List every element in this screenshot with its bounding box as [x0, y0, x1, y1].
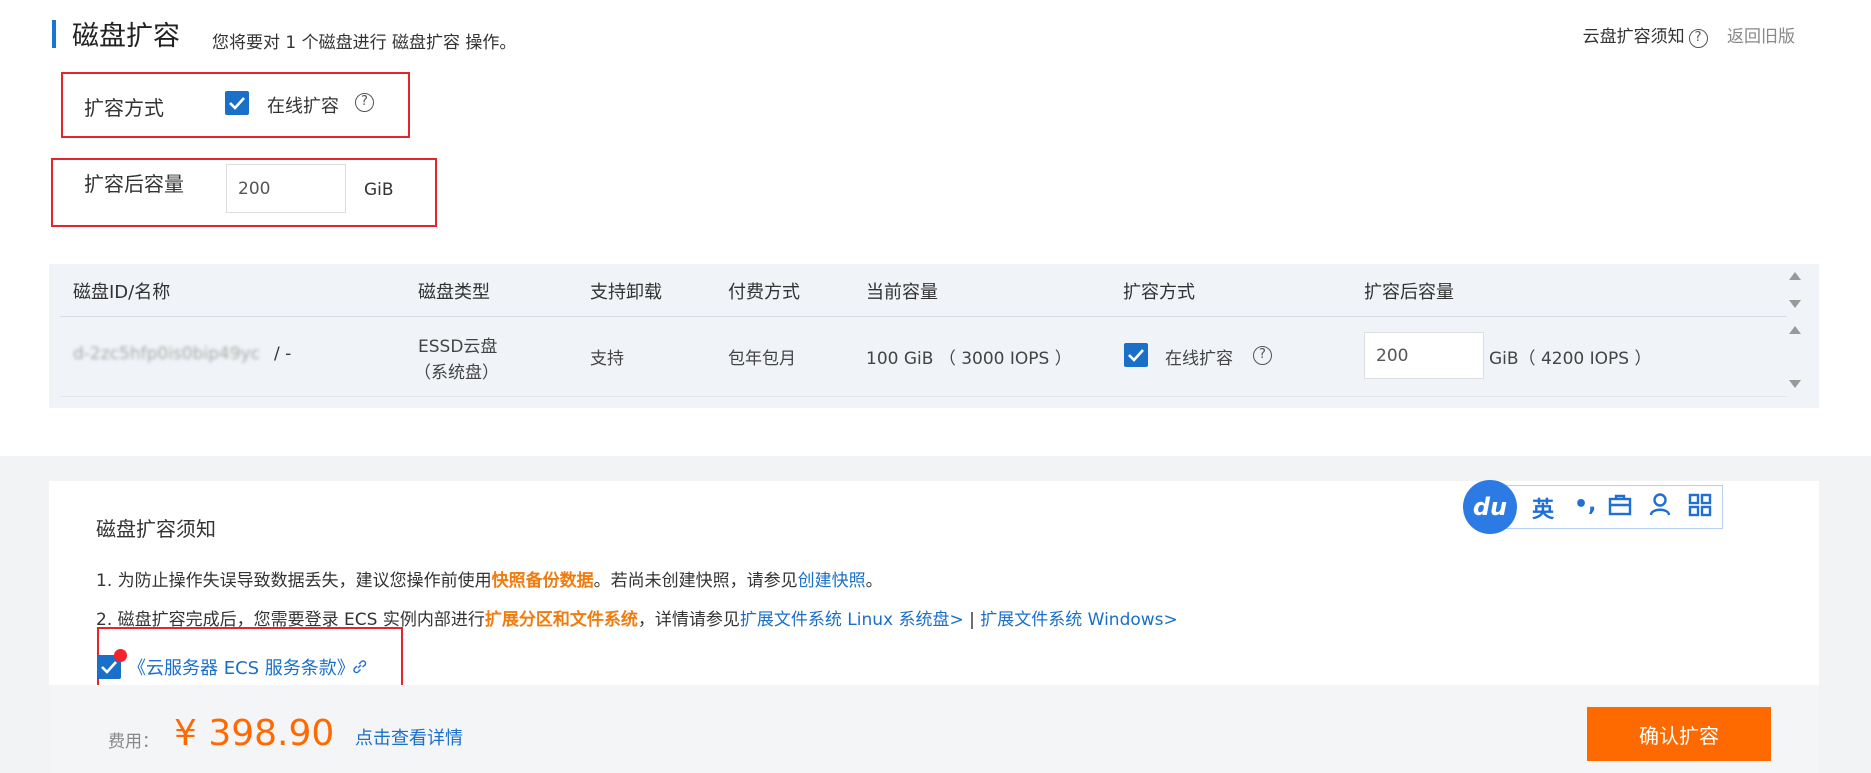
table-header-divider — [60, 316, 1787, 317]
red-dot-badge — [114, 649, 127, 662]
title-accent-bar — [52, 20, 56, 48]
snapshot-backup-text: 快照备份数据 — [491, 571, 594, 591]
notice-title: 磁盘扩容须知 — [96, 517, 216, 541]
capacity-label: 扩容后容量 — [84, 172, 184, 196]
row-online-expand-checkbox[interactable] — [1124, 343, 1148, 367]
view-detail-link[interactable]: 点击查看详情 — [355, 724, 463, 750]
notice-line-1: 1. 为防止操作失误导致数据丢失，建议您操作前使用快照备份数据。若尚未创建快照，… — [96, 566, 883, 591]
capacity-unit: GiB — [364, 180, 394, 200]
separator: | — [963, 610, 981, 630]
page-subtitle: 您将要对 1 个磁盘进行 磁盘扩容 操作。 — [212, 33, 517, 53]
notice-text: 。 — [865, 571, 883, 591]
back-old-version-link[interactable]: 返回旧版 — [1727, 27, 1795, 47]
disk-type-sub-cell: （系统盘） — [414, 363, 499, 383]
col-header-detachable: 支持卸载 — [590, 282, 662, 303]
ime-language-toggle[interactable]: 英 — [1532, 492, 1554, 524]
col-header-current-capacity: 当前容量 — [866, 282, 938, 303]
notice-text: 1. 为防止操作失误导致数据丢失，建议您操作前使用 — [96, 571, 492, 591]
col-header-billing: 付费方式 — [728, 282, 800, 303]
col-header-method: 扩容方式 — [1123, 282, 1195, 303]
main-panel: 磁盘扩容 您将要对 1 个磁盘进行 磁盘扩容 操作。 云盘扩容须知? 返回旧版 … — [0, 0, 1871, 456]
detachable-cell: 支持 — [590, 349, 624, 369]
disk-id-cell[interactable]: d-2zc5hfp0is0bip49yc — [73, 344, 260, 364]
toolbox-icon[interactable] — [1608, 494, 1632, 516]
top-links: 云盘扩容须知? 返回旧版 — [1583, 22, 1795, 48]
scroll-up-icon[interactable] — [1789, 272, 1801, 280]
user-icon[interactable] — [1648, 492, 1672, 516]
col-header-disk-type: 磁盘类型 — [418, 282, 490, 303]
disk-type-cell: ESSD云盘 — [418, 337, 498, 357]
row-capacity-unit: GiB（ 4200 IOPS ） — [1489, 349, 1652, 369]
notice-text: 。若尚未创建快照，请参见 — [593, 571, 798, 591]
row-capacity-input[interactable]: 200 — [1364, 332, 1484, 379]
notice-text: ，详情请参见 — [637, 610, 740, 630]
confirm-expand-button[interactable]: 确认扩容 — [1587, 707, 1771, 761]
capacity-input[interactable]: 200 — [226, 164, 346, 213]
scroll-down-icon[interactable] — [1789, 300, 1801, 308]
online-expand-checkbox[interactable] — [225, 91, 249, 115]
page-title: 磁盘扩容 — [72, 21, 180, 52]
ime-punctuation-toggle[interactable]: •, — [1574, 492, 1596, 517]
price: ¥ 398.90 — [174, 713, 335, 754]
link-icon[interactable] — [351, 658, 368, 675]
scroll-up-icon[interactable] — [1789, 326, 1801, 334]
check-icon — [229, 97, 245, 110]
linux-doc-link[interactable]: 扩展文件系统 Linux 系统盘> — [740, 610, 964, 630]
terms-link[interactable]: 《云服务器 ECS 服务条款》 — [128, 654, 355, 680]
ime-logo-icon[interactable]: du — [1463, 480, 1517, 534]
current-capacity-cell: 100 GiB （ 3000 IOPS ） — [866, 349, 1072, 369]
billing-cell: 包年包月 — [728, 349, 796, 369]
online-expand-label: 在线扩容 — [267, 96, 339, 117]
help-icon[interactable]: ? — [1688, 29, 1708, 48]
grid-menu-icon[interactable] — [1688, 493, 1712, 517]
help-icon[interactable]: ? — [1253, 346, 1272, 365]
table-row-divider — [60, 396, 1787, 397]
check-icon — [1128, 349, 1144, 362]
method-label: 扩容方式 — [84, 96, 164, 120]
row-method-label: 在线扩容 — [1165, 349, 1233, 369]
check-icon — [101, 661, 117, 674]
help-icon[interactable]: ? — [355, 93, 374, 112]
fee-label: 费用： — [108, 732, 159, 752]
create-snapshot-link[interactable]: 创建快照 — [798, 571, 866, 591]
windows-doc-link[interactable]: 扩展文件系统 Windows> — [980, 610, 1178, 630]
notice-link[interactable]: 云盘扩容须知 — [1583, 27, 1685, 47]
col-header-new-capacity: 扩容后容量 — [1364, 282, 1454, 303]
col-header-disk-id: 磁盘ID/名称 — [73, 282, 171, 303]
expand-partition-text: 扩展分区和文件系统 — [484, 610, 638, 630]
disk-name-cell: / - — [274, 344, 292, 364]
scroll-down-icon[interactable] — [1789, 380, 1801, 388]
